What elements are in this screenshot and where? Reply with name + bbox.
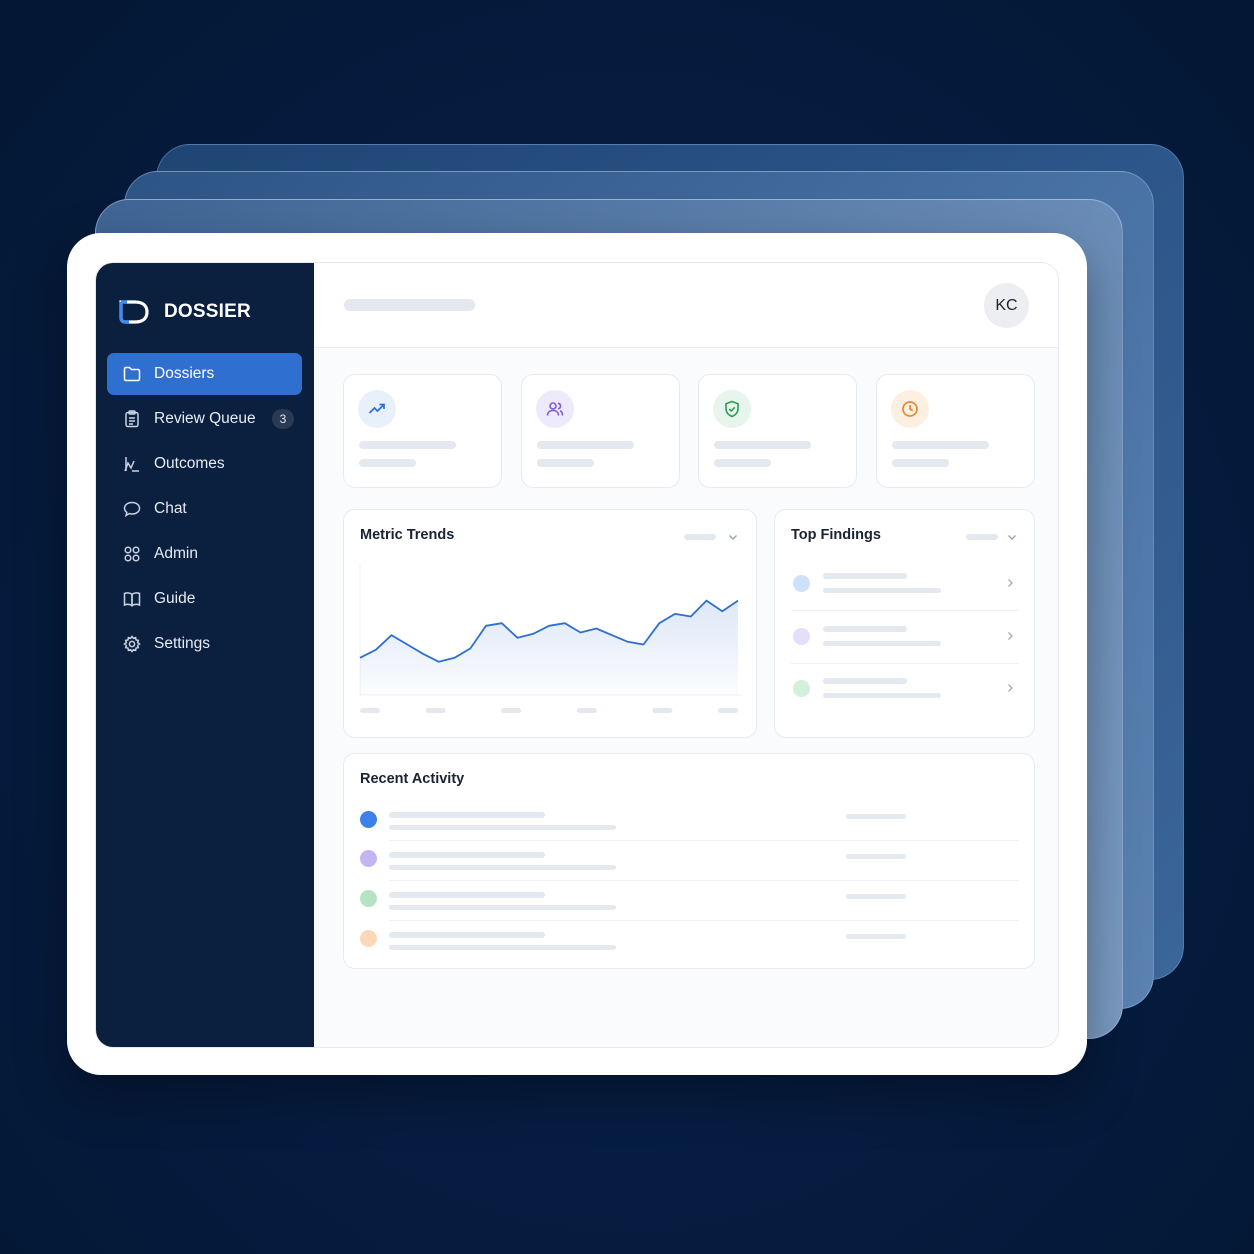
top-findings-card: Top Findings [774, 509, 1035, 738]
stat-card-compliance[interactable] [698, 374, 857, 488]
book-icon [122, 589, 142, 609]
stat-label-placeholder [359, 459, 416, 467]
activity-title-placeholder [389, 812, 545, 818]
sidebar-item-guide[interactable]: Guide [107, 578, 302, 620]
chart-x-tick-placeholder [652, 708, 673, 713]
sidebar-item-chat[interactable]: Chat [107, 488, 302, 530]
activity-status-dot [360, 930, 377, 947]
review-queue-count-badge: 3 [272, 409, 294, 429]
stat-value-placeholder [714, 441, 811, 449]
shield-check-icon [713, 390, 751, 428]
activity-time-placeholder [846, 814, 906, 819]
metric-trends-chart [359, 562, 742, 713]
sidebar-item-label: Review Queue [154, 410, 256, 427]
finding-divider [791, 663, 1019, 664]
brand-name: DOSSIER [164, 301, 251, 322]
chevron-down-icon[interactable] [1006, 531, 1018, 543]
sidebar-item-dossiers[interactable]: Dossiers [107, 353, 302, 395]
chevron-right-icon [1008, 579, 1013, 587]
top-bar: KC [314, 263, 1058, 348]
main-content: KC Metric Trends Top Findings Recent Act… [314, 263, 1058, 1047]
activity-detail-placeholder [389, 865, 616, 870]
clipboard-icon [122, 409, 142, 429]
sidebar-item-settings[interactable]: Settings [107, 623, 302, 665]
activity-divider [389, 920, 1019, 921]
activity-status-dot [360, 811, 377, 828]
activity-detail-placeholder [389, 945, 616, 950]
activity-status-dot [360, 850, 377, 867]
stat-value-placeholder [892, 441, 989, 449]
activity-time-placeholder [846, 934, 906, 939]
activity-detail-placeholder [389, 905, 616, 910]
gear-icon [122, 634, 142, 654]
finding-status-dot [793, 628, 810, 645]
stat-card-users[interactable] [521, 374, 680, 488]
admin-grid-icon [122, 544, 142, 564]
sidebar-item-review-queue[interactable]: Review Queue 3 [107, 398, 302, 440]
clock-icon [891, 390, 929, 428]
page-title-placeholder [344, 299, 475, 311]
finding-status-dot [793, 680, 810, 697]
chevron-right-icon [1008, 632, 1013, 640]
sidebar-item-label: Settings [154, 635, 211, 652]
activity-time-placeholder [846, 894, 906, 899]
finding-divider [791, 610, 1019, 611]
sidebar-item-label: Chat [154, 500, 187, 517]
finding-title-placeholder [823, 573, 907, 579]
recent-activity-card: Recent Activity [343, 753, 1035, 969]
brand[interactable]: DOSSIER [119, 299, 251, 325]
finding-title-placeholder [823, 678, 907, 684]
chart-x-tick-placeholder [501, 708, 522, 713]
activity-time-placeholder [846, 854, 906, 859]
folder-icon [122, 364, 142, 384]
sidebar-item-label: Guide [154, 590, 196, 607]
app-window: DOSSIER Dossiers Review Queue 3 Outcomes… [95, 262, 1059, 1048]
dossier-logo-icon [119, 300, 149, 324]
metric-trends-card: Metric Trends [343, 509, 757, 738]
sidebar: DOSSIER Dossiers Review Queue 3 Outcomes… [96, 263, 314, 1047]
chart-x-tick-placeholder [576, 708, 597, 713]
stat-label-placeholder [537, 459, 594, 467]
avatar[interactable]: KC [984, 283, 1029, 328]
stat-label-placeholder [714, 459, 771, 467]
recent-activity-title: Recent Activity [360, 771, 465, 787]
finding-detail-placeholder [823, 588, 941, 593]
trending-up-icon [358, 390, 396, 428]
chart-x-tick-placeholder [718, 708, 738, 713]
activity-divider [389, 880, 1019, 881]
sidebar-item-label: Dossiers [154, 365, 215, 382]
stat-label-placeholder [892, 459, 949, 467]
sidebar-item-outcomes[interactable]: Outcomes [107, 443, 302, 485]
stat-value-placeholder [537, 441, 634, 449]
chart-x-tick-placeholder [425, 708, 446, 713]
activity-detail-placeholder [389, 825, 616, 830]
finding-detail-placeholder [823, 641, 941, 646]
device-frame: DOSSIER Dossiers Review Queue 3 Outcomes… [67, 233, 1087, 1075]
activity-title-placeholder [389, 932, 545, 938]
finding-detail-placeholder [823, 693, 941, 698]
activity-status-dot [360, 890, 377, 907]
outcomes-chart-icon [122, 454, 142, 474]
chat-bubble-icon [122, 499, 142, 519]
sidebar-item-label: Admin [154, 545, 198, 562]
chart-x-tick-placeholder [360, 708, 380, 713]
top-findings-filter-placeholder[interactable] [966, 534, 998, 540]
stat-value-placeholder [359, 441, 456, 449]
sidebar-item-admin[interactable]: Admin [107, 533, 302, 575]
metric-trends-title: Metric Trends [360, 527, 455, 543]
activity-title-placeholder [389, 892, 545, 898]
stat-card-trend[interactable] [343, 374, 502, 488]
chevron-down-icon[interactable] [727, 531, 739, 543]
finding-title-placeholder [823, 626, 907, 632]
sidebar-item-label: Outcomes [154, 455, 225, 472]
activity-divider [389, 840, 1019, 841]
stat-card-pending[interactable] [876, 374, 1035, 488]
metric-trends-filter-placeholder[interactable] [684, 534, 716, 540]
chevron-right-icon [1008, 684, 1013, 692]
activity-title-placeholder [389, 852, 545, 858]
finding-status-dot [793, 575, 810, 592]
users-icon [536, 390, 574, 428]
top-findings-title: Top Findings [791, 527, 881, 543]
sidebar-nav: Dossiers Review Queue 3 Outcomes Chat Ad… [107, 353, 302, 668]
